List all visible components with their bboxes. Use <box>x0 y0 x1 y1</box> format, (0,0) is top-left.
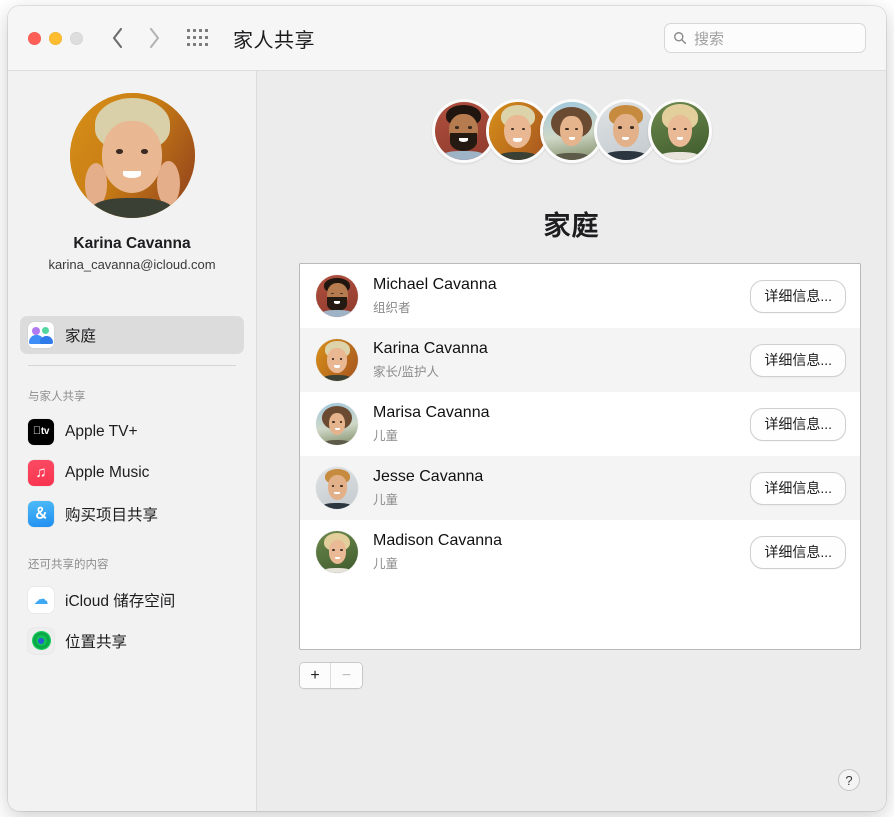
sidebar-item-apple-tv-plus[interactable]: tv Apple TV+ <box>20 411 244 452</box>
sidebar: Karina Cavanna karina_cavanna@icloud.com… <box>8 71 257 811</box>
sidebar-item-icloud-storage[interactable]: ☁ iCloud 储存空间 <box>20 579 244 620</box>
details-button[interactable]: 详细信息... <box>750 472 846 505</box>
search-icon <box>673 31 687 45</box>
sidebar-primary-nav: 家庭 <box>8 316 256 354</box>
app-store-icon: ＆ <box>28 501 54 527</box>
member-role: 家长/监护人 <box>373 361 750 380</box>
window-body: Karina Cavanna karina_cavanna@icloud.com… <box>8 71 886 811</box>
sidebar-item-location-sharing[interactable]: 位置共享 <box>20 620 244 661</box>
apple-tv-icon: tv <box>28 419 54 445</box>
help-button[interactable]: ? <box>838 769 860 791</box>
sidebar-item-label: 购买项目共享 <box>65 503 158 525</box>
search-placeholder: 搜索 <box>694 28 724 49</box>
back-icon[interactable] <box>111 27 124 49</box>
avatar <box>70 93 195 218</box>
profile-name: Karina Cavanna <box>8 235 256 253</box>
table-row[interactable]: Karina Cavanna 家长/监护人 详细信息... <box>300 328 860 392</box>
avatar-madison <box>316 531 358 573</box>
page-title: 家人共享 <box>233 24 315 53</box>
member-role: 儿童 <box>373 553 750 572</box>
member-name: Jesse Cavanna <box>373 468 750 486</box>
icloud-icon: ☁ <box>28 587 54 613</box>
details-button[interactable]: 详细信息... <box>750 536 846 569</box>
karina-avatar <box>70 93 195 218</box>
forward-icon[interactable] <box>148 27 161 49</box>
table-row[interactable]: Jesse Cavanna 儿童 详细信息... <box>300 456 860 520</box>
sidebar-item-label: Apple Music <box>65 464 149 482</box>
family-icon <box>28 322 54 348</box>
member-info: Jesse Cavanna 儿童 <box>373 468 750 508</box>
sidebar-item-family[interactable]: 家庭 <box>20 316 244 354</box>
sidebar-item-label: 家庭 <box>65 324 96 346</box>
apple-music-icon: ♫ <box>28 460 54 486</box>
member-name: Madison Cavanna <box>373 532 750 550</box>
avatar-jesse <box>316 467 358 509</box>
minimize-button[interactable] <box>49 32 62 45</box>
account-profile: Karina Cavanna karina_cavanna@icloud.com <box>8 93 256 272</box>
table-row[interactable]: Michael Cavanna 组织者 详细信息... <box>300 264 860 328</box>
search-field[interactable]: 搜索 <box>664 23 866 53</box>
content-heading: 家庭 <box>257 204 886 243</box>
sidebar-item-label: iCloud 储存空间 <box>65 589 175 611</box>
add-member-button[interactable]: + <box>300 663 331 688</box>
table-row[interactable]: Madison Cavanna 儿童 详细信息... <box>300 520 860 584</box>
avatar-madison <box>648 99 712 163</box>
window-titlebar: 家人共享 搜索 <box>8 6 886 71</box>
member-role: 儿童 <box>373 489 750 508</box>
find-my-icon <box>28 628 54 654</box>
sidebar-divider <box>28 365 236 366</box>
show-all-grid-icon[interactable] <box>187 29 209 47</box>
member-name: Marisa Cavanna <box>373 404 750 422</box>
close-button[interactable] <box>28 32 41 45</box>
member-info: Michael Cavanna 组织者 <box>373 276 750 316</box>
member-role: 组织者 <box>373 297 750 316</box>
member-name: Michael Cavanna <box>373 276 750 294</box>
sidebar-section-header-share-with-family: 与家人共享 <box>8 388 256 404</box>
sidebar-item-purchase-sharing[interactable]: ＆ 购买项目共享 <box>20 493 244 534</box>
family-avatar-cluster <box>432 99 712 163</box>
family-members-list: Michael Cavanna 组织者 详细信息... <box>299 263 861 650</box>
remove-member-button[interactable]: − <box>331 663 362 688</box>
member-info: Karina Cavanna 家长/监护人 <box>373 340 750 380</box>
family-sharing-window: 家人共享 搜索 <box>8 6 886 811</box>
profile-email: karina_cavanna@icloud.com <box>8 257 256 272</box>
navigation-buttons <box>111 27 161 49</box>
avatar-karina <box>316 339 358 381</box>
add-remove-member-controls: + − <box>299 662 363 689</box>
details-button[interactable]: 详细信息... <box>750 408 846 441</box>
sidebar-section-header-more-to-share: 还可共享的内容 <box>8 556 256 572</box>
content-pane: 家庭 <box>257 71 886 811</box>
member-role: 儿童 <box>373 425 750 444</box>
member-name: Karina Cavanna <box>373 340 750 358</box>
zoom-button[interactable] <box>70 32 83 45</box>
avatar-michael <box>316 275 358 317</box>
details-button[interactable]: 详细信息... <box>750 344 846 377</box>
member-info: Marisa Cavanna 儿童 <box>373 404 750 444</box>
sidebar-item-label: 位置共享 <box>65 630 127 652</box>
traffic-lights <box>28 32 83 45</box>
sidebar-section-share-with-family: tv Apple TV+ ♫ Apple Music ＆ 购买项目共享 <box>8 411 256 534</box>
sidebar-item-label: Apple TV+ <box>65 423 138 441</box>
sidebar-section-more-to-share: ☁ iCloud 储存空间 位置共享 <box>8 579 256 661</box>
avatar-marisa <box>316 403 358 445</box>
sidebar-item-apple-music[interactable]: ♫ Apple Music <box>20 452 244 493</box>
details-button[interactable]: 详细信息... <box>750 280 846 313</box>
member-info: Madison Cavanna 儿童 <box>373 532 750 572</box>
table-row[interactable]: Marisa Cavanna 儿童 详细信息... <box>300 392 860 456</box>
